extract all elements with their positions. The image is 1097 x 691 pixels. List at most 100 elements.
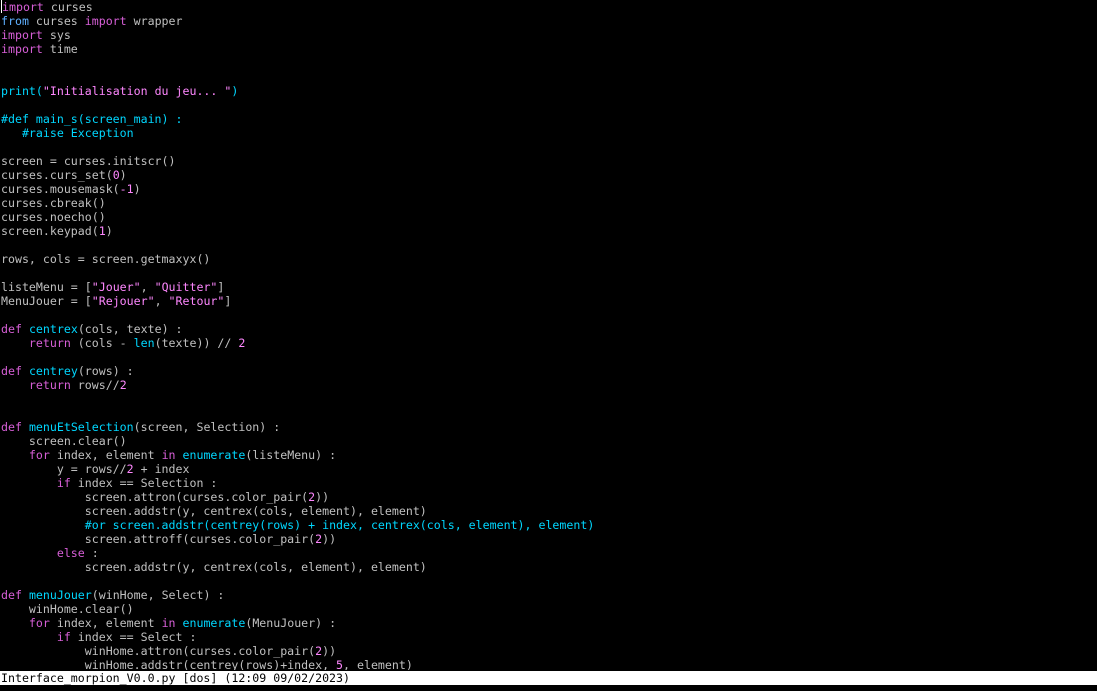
code-line[interactable]: screen.clear() xyxy=(1,434,1095,448)
code-token: index, element xyxy=(49,616,162,630)
code-token: def xyxy=(1,322,22,336)
code-token: centrex xyxy=(28,322,78,336)
code-token: menuEtSelection xyxy=(28,420,134,434)
code-token: rows, cols = screen.getmaxyx() xyxy=(1,252,211,266)
code-token: time xyxy=(42,42,78,56)
code-token: , element) xyxy=(343,658,413,670)
code-token: rows// xyxy=(70,378,120,392)
code-line[interactable] xyxy=(1,350,1095,364)
code-token: screen.addstr(y, centrex(cols, element),… xyxy=(1,560,427,574)
code-line[interactable]: listeMenu = ["Jouer", "Quitter"] xyxy=(1,280,1095,294)
code-line[interactable]: winHome.addstr(centrey(rows)+index, 5, e… xyxy=(1,658,1095,670)
code-line[interactable]: screen.attroff(curses.color_pair(2)) xyxy=(1,532,1095,546)
code-line[interactable]: #or screen.addstr(centrey(rows) + index,… xyxy=(1,518,1095,532)
code-line[interactable]: def centrey(rows) : xyxy=(1,364,1095,378)
code-line[interactable]: for index, element in enumerate(MenuJoue… xyxy=(1,616,1095,630)
code-token: )) xyxy=(322,532,337,546)
code-token: #or screen.addstr(centrey(rows) + index,… xyxy=(84,518,595,532)
code-line[interactable]: curses.noecho() xyxy=(1,210,1095,224)
code-token: (cols - xyxy=(70,336,134,350)
code-line[interactable]: screen.attron(curses.color_pair(2)) xyxy=(1,490,1095,504)
code-line[interactable]: for index, element in enumerate(listeMen… xyxy=(1,448,1095,462)
code-token: curses.cbreak() xyxy=(1,196,106,210)
code-token: 0 xyxy=(112,168,120,182)
code-line[interactable]: import curses xyxy=(1,0,1095,14)
code-line[interactable]: screen.addstr(y, centrex(cols, element),… xyxy=(1,560,1095,574)
code-line[interactable]: screen.addstr(y, centrex(cols, element),… xyxy=(1,504,1095,518)
code-token: from xyxy=(1,14,29,28)
code-line[interactable]: #raise Exception xyxy=(1,126,1095,140)
code-line[interactable] xyxy=(1,238,1095,252)
code-line[interactable]: else : xyxy=(1,546,1095,560)
code-line[interactable]: MenuJouer = ["Rejouer", "Retour"] xyxy=(1,294,1095,308)
code-line[interactable]: curses.curs_set(0) xyxy=(1,168,1095,182)
code-token: index, element xyxy=(49,448,162,462)
code-line[interactable]: rows, cols = screen.getmaxyx() xyxy=(1,252,1095,266)
code-token: for xyxy=(28,448,50,462)
code-line[interactable] xyxy=(1,406,1095,420)
code-line[interactable] xyxy=(1,266,1095,280)
code-line[interactable] xyxy=(1,392,1095,406)
code-token: import xyxy=(1,42,43,56)
code-line[interactable]: #def main_s(screen_main) : xyxy=(1,112,1095,126)
code-line[interactable]: winHome.attron(curses.color_pair(2)) xyxy=(1,644,1095,658)
code-token: ] xyxy=(217,280,225,294)
code-line[interactable]: screen.keypad(1) xyxy=(1,224,1095,238)
code-token: (rows) : xyxy=(77,364,134,378)
code-token: (MenuJouer) : xyxy=(245,616,337,630)
code-line[interactable]: screen = curses.initscr() xyxy=(1,154,1095,168)
code-line[interactable]: return (cols - len(texte)) // 2 xyxy=(1,336,1095,350)
code-line[interactable] xyxy=(1,56,1095,70)
code-token: curses.mousemask( xyxy=(1,182,120,196)
code-token: else xyxy=(56,546,85,560)
code-token: 2 xyxy=(126,462,134,476)
text-cursor xyxy=(1,0,2,13)
code-line[interactable] xyxy=(1,308,1095,322)
code-line[interactable]: def centrex(cols, texte) : xyxy=(1,322,1095,336)
code-line[interactable]: if index == Selection : xyxy=(1,476,1095,490)
code-token: index == Selection : xyxy=(70,476,218,490)
code-token: "Retour" xyxy=(168,294,225,308)
code-line[interactable]: def menuEtSelection(screen, Selection) : xyxy=(1,420,1095,434)
code-line[interactable]: y = rows//2 + index xyxy=(1,462,1095,476)
code-line[interactable]: curses.cbreak() xyxy=(1,196,1095,210)
code-token: winHome.addstr(centrey(rows)+index, xyxy=(1,658,337,670)
code-line[interactable] xyxy=(1,574,1095,588)
code-token: -1 xyxy=(119,182,134,196)
code-token: "Quitter" xyxy=(154,280,218,294)
code-token: 2 xyxy=(238,336,246,350)
code-line[interactable] xyxy=(1,140,1095,154)
code-token: y = rows// xyxy=(1,462,127,476)
code-line[interactable]: curses.mousemask(-1) xyxy=(1,182,1095,196)
code-token: ( xyxy=(35,84,43,98)
terminal-window[interactable]: import curses from curses import wrapper i… xyxy=(0,0,1097,691)
code-line[interactable]: from curses import wrapper xyxy=(1,14,1095,28)
code-line[interactable]: winHome.clear() xyxy=(1,602,1095,616)
code-token: def xyxy=(1,420,22,434)
code-line[interactable] xyxy=(1,98,1095,112)
code-line[interactable]: return rows//2 xyxy=(1,378,1095,392)
code-line[interactable]: import sys xyxy=(1,28,1095,42)
code-token: menuJouer xyxy=(28,588,92,602)
code-token: curses.noecho() xyxy=(1,210,106,224)
code-token: )) xyxy=(322,644,337,658)
code-token: 2 xyxy=(119,378,127,392)
code-token: screen.keypad( xyxy=(1,224,99,238)
code-token: if xyxy=(56,476,71,490)
code-editor[interactable]: import curses from curses import wrapper i… xyxy=(1,0,1095,670)
code-token: "Initialisation du jeu... " xyxy=(42,84,232,98)
code-token: , xyxy=(154,294,169,308)
code-line[interactable] xyxy=(1,70,1095,84)
code-line[interactable]: print("Initialisation du jeu... ") xyxy=(1,84,1095,98)
code-line[interactable]: if index == Select : xyxy=(1,630,1095,644)
code-line[interactable]: import time xyxy=(1,42,1095,56)
code-line[interactable]: def menuJouer(winHome, Select) : xyxy=(1,588,1095,602)
